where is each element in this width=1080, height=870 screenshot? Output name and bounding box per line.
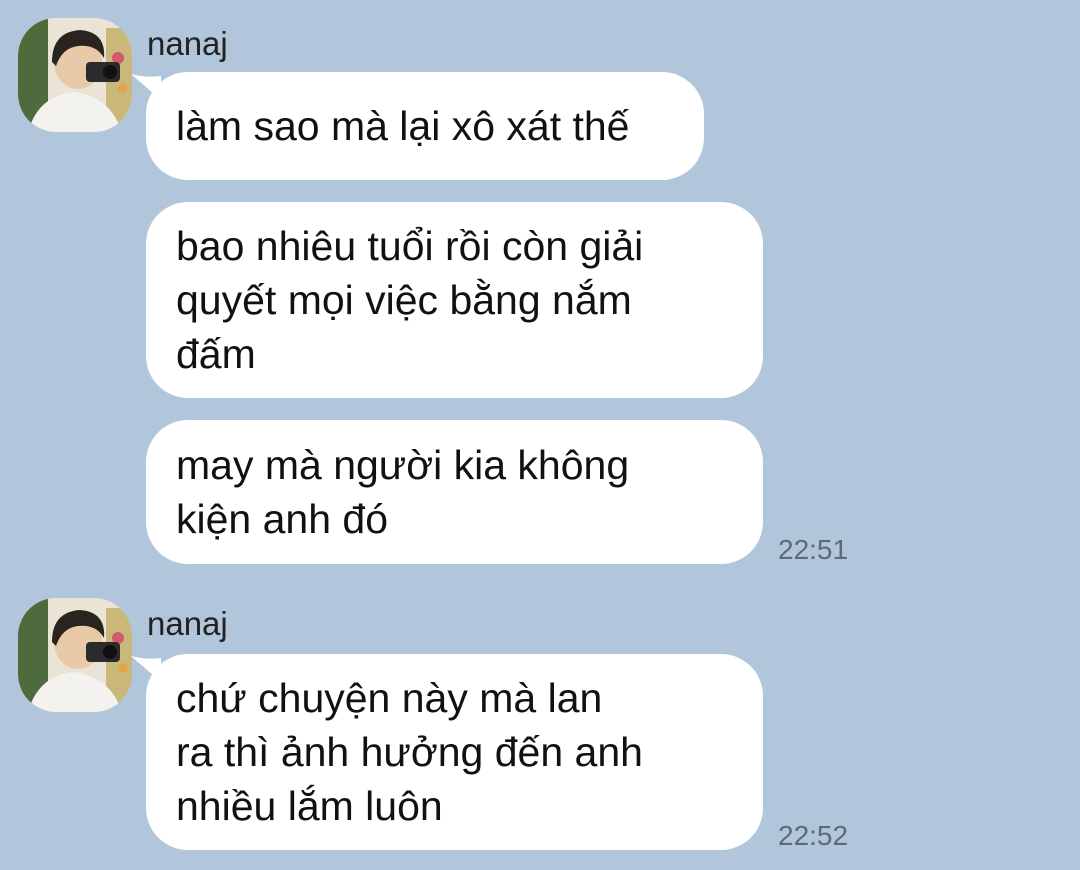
avatar[interactable] xyxy=(18,18,132,132)
message-text: bao nhiêu tuổi rồi còn giải quyết mọi vi… xyxy=(176,223,644,377)
sender-name: nanaj xyxy=(147,605,228,642)
message-text: chứ chuyện này mà lan ra thì ảnh hưởng đ… xyxy=(176,675,643,829)
message-bubble[interactable]: may mà người kia không kiện anh đó xyxy=(146,420,763,564)
sender-name: nanaj xyxy=(147,25,228,62)
avatar-photo xyxy=(18,598,132,712)
avatar-photo xyxy=(18,18,132,132)
avatar[interactable] xyxy=(18,598,132,712)
message-bubble[interactable]: làm sao mà lại xô xát thế xyxy=(146,72,704,180)
message-text: làm sao mà lại xô xát thế xyxy=(176,103,630,149)
message-text: may mà người kia không kiện anh đó xyxy=(176,442,630,542)
message-bubble[interactable]: chứ chuyện này mà lan ra thì ảnh hưởng đ… xyxy=(146,654,763,850)
message-bubble[interactable]: bao nhiêu tuổi rồi còn giải quyết mọi vi… xyxy=(146,202,763,398)
message-timestamp: 22:52 xyxy=(778,820,849,851)
message-timestamp: 22:51 xyxy=(778,534,849,565)
